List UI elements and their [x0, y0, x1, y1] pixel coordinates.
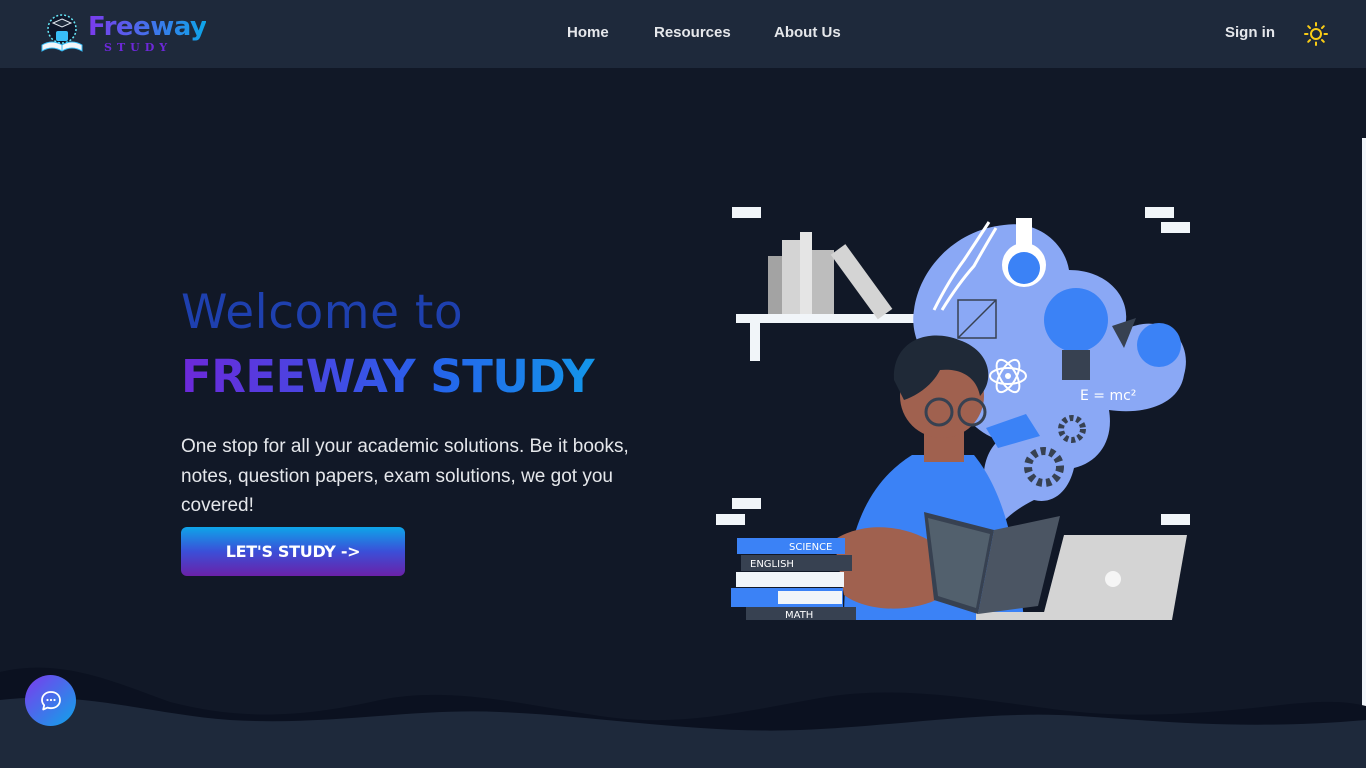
- sign-in-link[interactable]: Sign in: [1225, 24, 1275, 41]
- logo-subtitle: STUDY: [104, 41, 173, 54]
- hero-section: Welcome to FREEWAY STUDY One stop for al…: [181, 282, 641, 521]
- logo-book-icon: [41, 14, 83, 52]
- nav-resources[interactable]: Resources: [654, 24, 731, 41]
- nav-about-us[interactable]: About Us: [774, 24, 841, 41]
- hero-welcome: Welcome to: [181, 285, 464, 340]
- hero-illustration: E = mc² SCIENCE ENGLISH MATH: [716, 207, 1190, 621]
- chat-bubble-icon: [40, 690, 61, 710]
- formula-label: E = mc²: [1080, 388, 1136, 404]
- book-label-science: SCIENCE: [789, 542, 832, 553]
- logo-title: Freeway: [88, 12, 207, 42]
- chat-button[interactable]: [25, 675, 76, 726]
- sun-icon: [1304, 22, 1328, 46]
- theme-toggle-button[interactable]: [1303, 21, 1329, 47]
- hero-tagline: One stop for all your academic solutions…: [181, 436, 629, 516]
- book-stack: SCIENCE ENGLISH MATH: [731, 538, 856, 621]
- hero-brand-title: FREEWAY STUDY: [181, 344, 641, 410]
- nav-home[interactable]: Home: [567, 24, 609, 41]
- book-label-math: MATH: [785, 610, 813, 621]
- bookshelf: [736, 232, 926, 361]
- logo[interactable]: Freeway STUDY: [38, 10, 207, 56]
- book-label-english: ENGLISH: [750, 559, 794, 570]
- footer-wave: [0, 667, 1366, 768]
- navbar: Freeway STUDY Home Resources About Us Si…: [0, 0, 1366, 68]
- lets-study-button[interactable]: LET'S STUDY ->: [181, 527, 405, 576]
